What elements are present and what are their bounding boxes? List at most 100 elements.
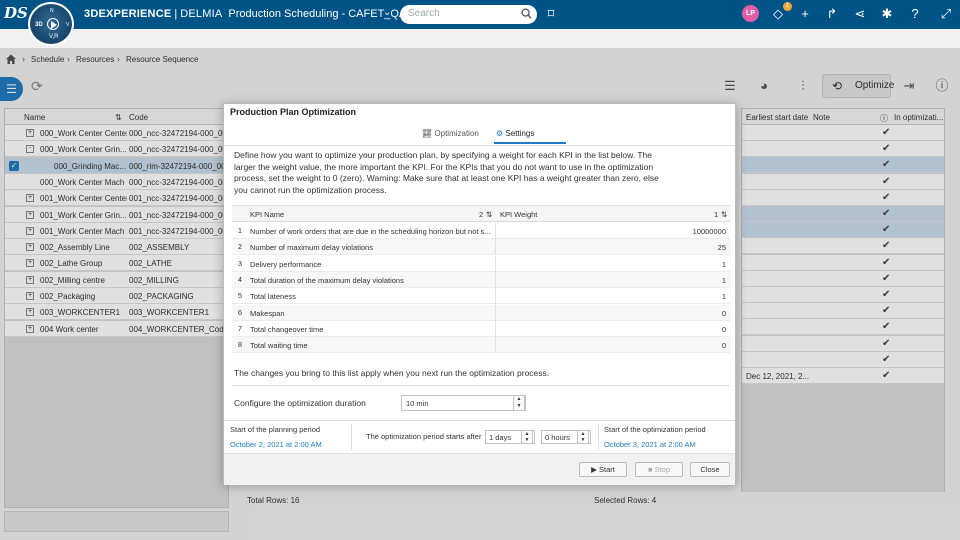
gear-icon: ⚙ <box>496 129 504 138</box>
kpi-row-number: 6 <box>237 307 243 317</box>
title-chevron-down-icon[interactable]: ⌄ <box>383 7 391 18</box>
share-icon[interactable]: ↱ <box>824 6 840 22</box>
community-icon[interactable]: ⋖ <box>852 6 868 22</box>
stop-label: Stop <box>654 465 671 474</box>
kpi-row-number: 2 <box>237 242 243 252</box>
kpi-row[interactable]: 8 Total waiting time 0 <box>232 337 730 354</box>
col-kpi-weight-sort-index: 1 <box>714 210 719 219</box>
stop-icon: ■ <box>647 465 653 474</box>
brand-app: DELMIA <box>180 8 223 20</box>
kpi-row[interactable]: 6 Makespan 0 <box>232 304 730 321</box>
tab-settings[interactable]: ⚙ Settings <box>496 129 534 138</box>
kpi-name: Delivery performance <box>250 259 322 269</box>
stop-button[interactable]: ■ Stop <box>635 462 683 477</box>
kpi-weight[interactable]: 10000000 <box>496 227 726 236</box>
tab-optimization[interactable]: 📈︎ Optimization <box>422 129 479 138</box>
kpi-name: Total changeover time <box>250 324 324 334</box>
kpi-weight[interactable]: 0 <box>496 309 726 318</box>
tab-optimization-label: Optimization <box>434 129 479 138</box>
planning-start-link[interactable]: October 2, 2021 at 2:00 AM <box>230 440 322 449</box>
add-icon[interactable]: + <box>797 6 813 22</box>
opt-start-link[interactable]: October 3, 2021 at 2:00 AM <box>604 440 696 449</box>
kpi-row-number: 5 <box>237 291 243 301</box>
start-label: Start <box>599 465 615 474</box>
close-button[interactable]: Close <box>690 462 730 477</box>
kpi-row[interactable]: 1 Number of work orders that are due in t… <box>232 223 730 239</box>
brand-name: 3DEXPERIENCE <box>84 8 172 20</box>
kpi-row[interactable]: 3 Delivery performance 1 <box>232 255 730 272</box>
app-brand: 3DEXPERIENCE | DELMIA Production Scheduling… <box>84 8 422 20</box>
divider <box>351 424 352 450</box>
kpi-name: Total duration of the maximum delay viol… <box>250 275 404 285</box>
kpi-table-header: KPI Name 2 ⇅ KPI Weight 1 ⇅ <box>232 206 730 222</box>
brand-separator: | <box>174 8 178 20</box>
kpi-name: Number of maximum delay violations <box>250 243 373 253</box>
active-tab-indicator <box>494 142 566 144</box>
avatar[interactable]: LP <box>742 5 759 22</box>
kpi-row-number: 3 <box>237 258 243 268</box>
col-kpi-weight-header[interactable]: KPI Weight <box>500 210 537 219</box>
col-kpi-name-header[interactable]: KPI Name <box>250 210 284 219</box>
dialog-tabs: 📈︎ Optimization ⚙ Settings <box>224 124 735 146</box>
kpi-row-number: 4 <box>237 274 243 284</box>
search-placeholder: Search <box>408 8 440 19</box>
compass-east: V <box>66 22 70 28</box>
compass-3d: 3D <box>35 22 43 28</box>
kpi-weight[interactable]: 0 <box>496 341 726 350</box>
kpi-weight[interactable]: 1 <box>496 292 726 301</box>
days-stepper[interactable]: ▲ ▼ <box>521 430 533 444</box>
kpi-weight[interactable]: 0 <box>496 325 726 334</box>
dialog-title: Production Plan Optimization <box>230 107 356 117</box>
optimization-dialog: Production Plan Optimization 📈︎ Optimiza… <box>223 103 736 485</box>
kpi-table: KPI Name 2 ⇅ KPI Weight 1 ⇅ 1 Number of w… <box>232 205 730 361</box>
duration-input[interactable]: 10 min <box>401 395 526 411</box>
compass-play-icon[interactable] <box>47 18 59 30</box>
col-kpi-name-sort-index: 2 <box>479 210 484 219</box>
sort-icon[interactable]: ⇅ <box>486 210 492 219</box>
fullscreen-icon[interactable]: ⤢ <box>938 6 954 22</box>
search-input[interactable]: Search <box>400 5 537 24</box>
sort-icon[interactable]: ⇅ <box>721 210 727 219</box>
kpi-name: Number of work orders that are due in th… <box>250 227 491 236</box>
kpi-name: Makespan <box>250 308 285 318</box>
help-icon[interactable]: ? <box>907 6 923 22</box>
app-title[interactable]: Production Scheduling - CAFET_QA_... <box>228 8 421 20</box>
duration-stepper[interactable]: ▲ ▼ <box>513 395 525 411</box>
start-button[interactable]: ▶ Start <box>579 462 627 477</box>
kpi-row[interactable]: 7 Total changeover time 0 <box>232 320 730 337</box>
kpi-weight[interactable]: 25 <box>496 243 726 252</box>
hours-stepper[interactable]: ▲ ▼ <box>577 430 589 444</box>
planning-start-label: Start of the planning period <box>230 425 321 434</box>
tag-icon[interactable]: ⌑ <box>543 6 559 22</box>
kpi-weight[interactable]: 1 <box>496 260 726 269</box>
compass-north: N <box>50 8 54 14</box>
compass-icon[interactable]: N 3D V V,R <box>28 2 74 46</box>
kpi-row[interactable]: 5 Total lateness 1 <box>232 288 730 305</box>
search-icon[interactable] <box>521 8 532 19</box>
kpi-weight[interactable]: 1 <box>496 276 726 285</box>
divider <box>232 385 730 386</box>
apply-note: The changes you bring to this list apply… <box>234 368 550 378</box>
kpi-row-number: 8 <box>237 340 243 350</box>
kpi-row-number: 1 <box>237 226 243 235</box>
period-starts-label: The optimization period starts after <box>366 432 482 441</box>
chart-icon: 📈︎ <box>422 129 433 138</box>
kpi-row[interactable]: 4 Total duration of the maximum delay vio… <box>232 271 730 288</box>
play-icon: ▶ <box>591 465 597 474</box>
duration-label: Configure the optimization duration <box>234 398 366 408</box>
notification-badge: 1 <box>783 2 792 11</box>
period-settings: Start of the planning period October 2, … <box>224 420 735 454</box>
kpi-name: Total waiting time <box>250 341 308 351</box>
kpi-name: Total lateness <box>250 292 296 302</box>
compass-vr: V,R <box>49 34 59 40</box>
kpi-row-number: 7 <box>237 323 243 333</box>
tab-settings-label: Settings <box>505 129 535 138</box>
settings-description: Define how you want to optimize your pro… <box>234 150 659 195</box>
dialog-footer: ▶ Start ■ Stop Close <box>224 454 735 485</box>
top-bar: DS 3DEXPERIENCE | DELMIA Production Schedul… <box>0 0 960 29</box>
ds-logo-icon[interactable]: DS <box>4 4 28 22</box>
divider <box>598 424 599 450</box>
kpi-row[interactable]: 2 Number of maximum delay violations 25 <box>232 239 730 256</box>
opt-start-label: Start of the optimization period <box>604 425 706 434</box>
apps-icon[interactable]: ✱ <box>879 6 895 22</box>
